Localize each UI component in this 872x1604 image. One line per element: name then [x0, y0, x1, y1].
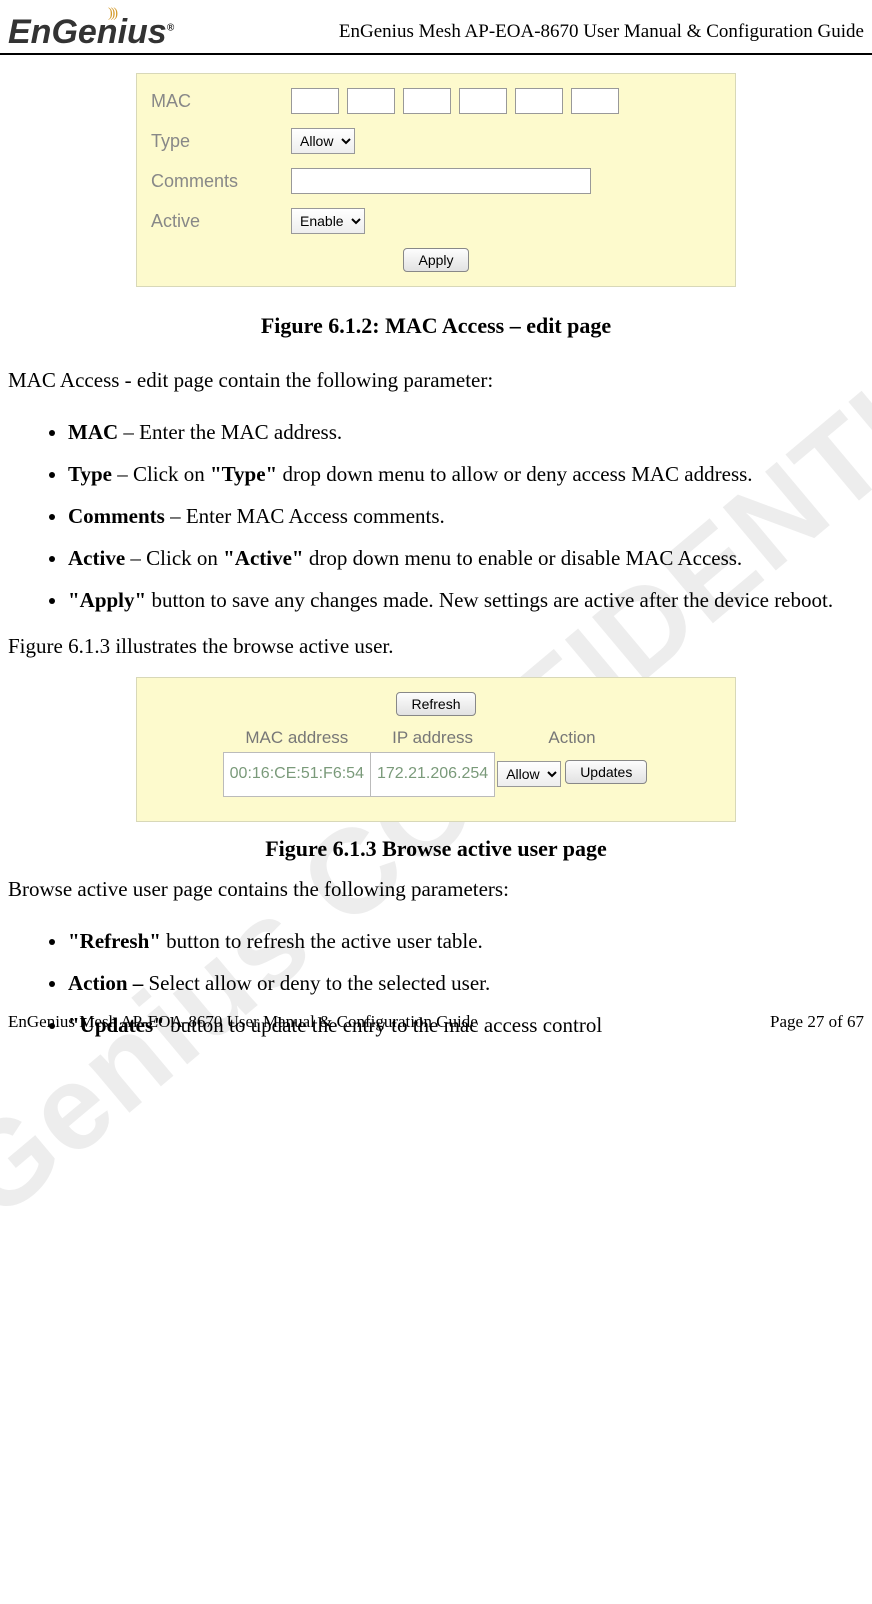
footer-left: EnGenius Mesh AP-EOA-8670 User Manual & …	[8, 1012, 478, 1032]
cell-mac: 00:16:CE:51:F6:54	[223, 752, 370, 796]
col-ip: IP address	[370, 724, 494, 753]
col-mac: MAC address	[223, 724, 370, 753]
updates-button[interactable]: Updates	[565, 760, 647, 784]
footer-right: Page 27 of 67	[770, 1012, 864, 1032]
page-header: ))) EnGenius® EnGenius Mesh AP-EOA-8670 …	[0, 0, 872, 55]
logo: ))) EnGenius®	[8, 10, 174, 49]
bullet-action: Action – Select allow or deny to the sel…	[68, 962, 864, 1004]
page-footer: EnGenius Mesh AP-EOA-8670 User Manual & …	[8, 1012, 864, 1032]
mac-field-2[interactable]	[347, 88, 395, 114]
table-row: 00:16:CE:51:F6:54 172.21.206.254 Allow U…	[223, 752, 649, 796]
label-type: Type	[151, 131, 291, 152]
logo-text: EnGenius	[8, 13, 167, 51]
bullet-refresh: "Refresh" button to refresh the active u…	[68, 920, 864, 962]
mac-field-3[interactable]	[403, 88, 451, 114]
label-mac: MAC	[151, 91, 291, 112]
cell-ip: 172.21.206.254	[370, 752, 494, 796]
bullet-apply: "Apply" button to save any changes made.…	[68, 579, 864, 621]
header-title: EnGenius Mesh AP-EOA-8670 User Manual & …	[339, 21, 864, 49]
active-user-table: MAC address IP address Action 00:16:CE:5…	[223, 724, 650, 797]
mac-field-4[interactable]	[459, 88, 507, 114]
comments-field[interactable]	[291, 168, 591, 194]
bullet-active: Active – Click on "Active" drop down men…	[68, 537, 864, 579]
intro-613: Browse active user page contains the fol…	[8, 870, 864, 910]
apply-button[interactable]: Apply	[403, 248, 468, 272]
mac-edit-panel: MAC Type Allow Comments Active	[136, 73, 736, 287]
mac-field-6[interactable]	[571, 88, 619, 114]
logo-reg: ®	[167, 23, 174, 34]
bullet-type: Type – Click on "Type" drop down menu to…	[68, 453, 864, 495]
mac-field-5[interactable]	[515, 88, 563, 114]
browse-active-panel: Refresh MAC address IP address Action 00…	[136, 677, 736, 822]
mac-field-1[interactable]	[291, 88, 339, 114]
figure-613-caption: Figure 6.1.3 Browse active user page	[8, 836, 864, 862]
type-select[interactable]: Allow	[291, 128, 355, 154]
bullets-612: MAC – Enter the MAC address. Type – Clic…	[68, 411, 864, 621]
intro-612: MAC Access - edit page contain the follo…	[8, 361, 864, 401]
row-action-select[interactable]: Allow	[497, 761, 561, 787]
refresh-button[interactable]: Refresh	[396, 692, 475, 716]
table-header-row: MAC address IP address Action	[223, 724, 649, 753]
label-active: Active	[151, 211, 291, 232]
active-select[interactable]: Enable	[291, 208, 365, 234]
col-action: Action	[495, 724, 650, 753]
bullet-mac: MAC – Enter the MAC address.	[68, 411, 864, 453]
bullet-comments: Comments – Enter MAC Access comments.	[68, 495, 864, 537]
label-comments: Comments	[151, 171, 291, 192]
figure-612-caption: Figure 6.1.2: MAC Access – edit page	[8, 313, 864, 339]
intro-613-pre: Figure 6.1.3 illustrates the browse acti…	[8, 627, 864, 667]
